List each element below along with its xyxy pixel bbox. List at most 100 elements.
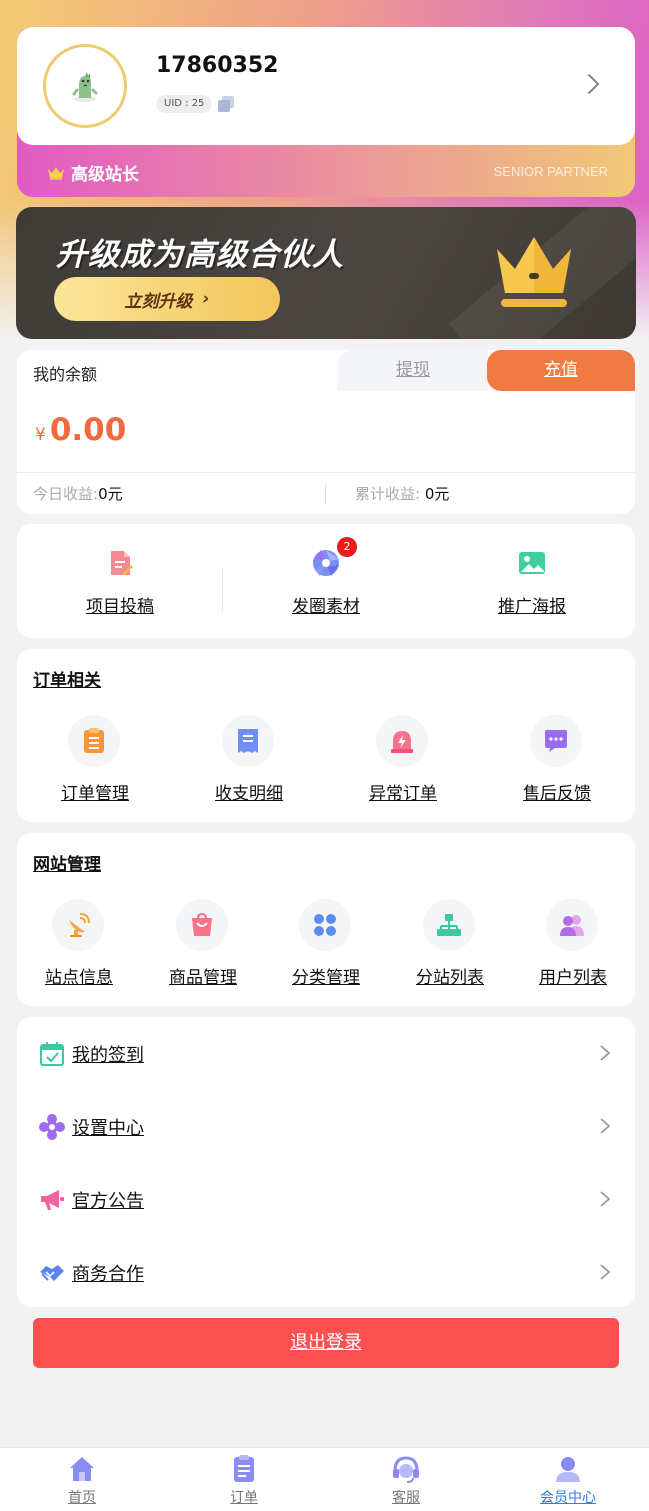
balance-card: 我的余额 提现 充值 ¥ 0.00 今日收益:0元 累计收益: 0元	[17, 350, 635, 514]
balance-amount: ¥ 0.00	[35, 412, 126, 448]
upgrade-button-label: 立刻升级	[124, 291, 193, 312]
grid-item-label: 售后反馈	[523, 784, 591, 804]
menu-item-label: 官方公告	[72, 1191, 144, 1212]
icon-circle	[299, 899, 351, 951]
nav-support[interactable]: 客服	[325, 1454, 487, 1507]
quick-action-label: 项目投稿	[86, 597, 154, 617]
upgrade-banner[interactable]: 升级成为高级合伙人 立刻升级 ›	[16, 207, 636, 339]
order-management[interactable]: 订单管理	[61, 715, 129, 804]
icon-circle	[176, 899, 228, 951]
megaphone-icon	[41, 1190, 64, 1210]
logout-button[interactable]: 退出登录	[33, 1318, 619, 1368]
chevron-right-icon	[600, 1045, 611, 1061]
balance-title: 我的余额	[33, 365, 98, 384]
users-icon	[560, 915, 584, 936]
site-management-section: 网站管理 站点信息 商品管理 分类管理 分站列表 用户列表	[17, 833, 635, 1006]
alarm-icon	[391, 731, 413, 753]
grid-item-label: 订单管理	[61, 784, 129, 804]
substation-list[interactable]: 分站列表	[416, 899, 484, 988]
balance-value: 0.00	[49, 412, 127, 448]
nav-label: 会员中心	[540, 1490, 596, 1506]
dinosaur-avatar-icon	[72, 72, 98, 102]
quick-action-label: 发圈素材	[292, 597, 360, 617]
notification-badge: 2	[337, 537, 357, 557]
chevron-right-icon[interactable]	[585, 73, 601, 95]
chat-icon	[545, 730, 567, 752]
section-title: 网站管理	[33, 855, 101, 875]
shopping-bag-icon	[192, 912, 212, 936]
chevron-right-icon	[600, 1118, 611, 1134]
crown-icon	[48, 166, 64, 180]
nav-label: 客服	[392, 1490, 420, 1506]
crown-icon	[497, 237, 571, 307]
product-management[interactable]: 商品管理	[169, 899, 237, 988]
withdraw-button[interactable]: 提现	[338, 350, 488, 391]
copy-icon[interactable]	[217, 95, 235, 113]
headset-icon	[393, 1456, 419, 1483]
icon-circle	[530, 715, 582, 767]
income-expense-details[interactable]: 收支明细	[215, 715, 283, 804]
username: 17860352	[156, 53, 279, 78]
divider	[17, 472, 635, 473]
user-icon	[556, 1457, 580, 1482]
total-earnings-value: 0元	[424, 485, 450, 503]
nav-label: 订单	[230, 1490, 258, 1506]
profile-card[interactable]: 17860352 UID : 25	[17, 27, 635, 145]
after-sales-feedback[interactable]: 售后反馈	[523, 715, 591, 804]
section-title: 订单相关	[33, 671, 101, 691]
quick-actions: 项目投稿 发圈素材 2 推广海报	[17, 524, 635, 638]
divider	[325, 484, 326, 504]
quick-project-submit[interactable]: 项目投稿	[17, 548, 223, 617]
nav-home[interactable]: 首页	[1, 1454, 163, 1507]
quick-action-label: 推广海报	[498, 597, 566, 617]
icon-circle	[52, 899, 104, 951]
menu-item-label: 设置中心	[72, 1118, 144, 1139]
avatar[interactable]	[43, 44, 127, 128]
menu-item-label: 我的签到	[72, 1045, 144, 1066]
today-earnings: 今日收益:0元	[33, 483, 123, 504]
satellite-icon	[69, 913, 90, 937]
quick-share-material[interactable]: 发圈素材	[223, 548, 429, 617]
order-list-icon	[84, 728, 104, 753]
menu-item-business[interactable]: 商务合作	[17, 1236, 635, 1309]
banner-title: 升级成为高级合伙人	[56, 237, 344, 273]
recharge-button[interactable]: 充值	[487, 350, 635, 391]
icon-circle	[423, 899, 475, 951]
menu-item-settings[interactable]: 设置中心	[17, 1090, 635, 1163]
flower-settings-icon	[39, 1114, 65, 1140]
today-earnings-value: 0元	[98, 485, 123, 503]
nav-label: 首页	[68, 1490, 96, 1506]
grid-item-label: 分类管理	[292, 968, 360, 988]
quick-promo-poster[interactable]: 推广海报	[429, 548, 635, 617]
sitemap-icon	[437, 914, 461, 936]
receipt-icon	[238, 729, 258, 753]
icon-circle	[546, 899, 598, 951]
grid-item-label: 分站列表	[416, 968, 484, 988]
menu-item-label: 商务合作	[72, 1264, 144, 1285]
calendar-check-icon	[40, 1042, 64, 1066]
grid-item-label: 站点信息	[45, 968, 113, 988]
user-list[interactable]: 用户列表	[539, 899, 607, 988]
membership-level: 高级站长	[47, 160, 139, 185]
menu-item-announcements[interactable]: 官方公告	[17, 1163, 635, 1236]
total-earnings-label: 累计收益:	[355, 485, 425, 503]
bottom-nav: 首页 订单 客服 会员中心	[0, 1447, 649, 1511]
today-earnings-label: 今日收益:	[33, 485, 99, 503]
nav-orders[interactable]: 订单	[163, 1454, 325, 1507]
site-info[interactable]: 站点信息	[45, 899, 113, 988]
upgrade-button[interactable]: 立刻升级 ›	[54, 277, 280, 321]
category-management[interactable]: 分类管理	[292, 899, 360, 988]
document-edit-icon	[111, 551, 133, 575]
abnormal-orders[interactable]: 异常订单	[369, 715, 437, 804]
handshake-icon	[40, 1265, 64, 1281]
icon-circle	[222, 715, 274, 767]
chevron-right-icon	[600, 1191, 611, 1207]
currency-symbol: ¥	[35, 425, 46, 445]
nav-member-center[interactable]: 会员中心	[487, 1454, 649, 1507]
aperture-icon	[313, 550, 339, 576]
home-icon	[70, 1457, 94, 1481]
level-name: 高级站长	[71, 165, 139, 185]
menu-list: 我的签到 设置中心 官方公告 商务合作	[17, 1017, 635, 1307]
grid-item-label: 异常订单	[369, 784, 437, 804]
menu-item-checkin[interactable]: 我的签到	[17, 1017, 635, 1090]
